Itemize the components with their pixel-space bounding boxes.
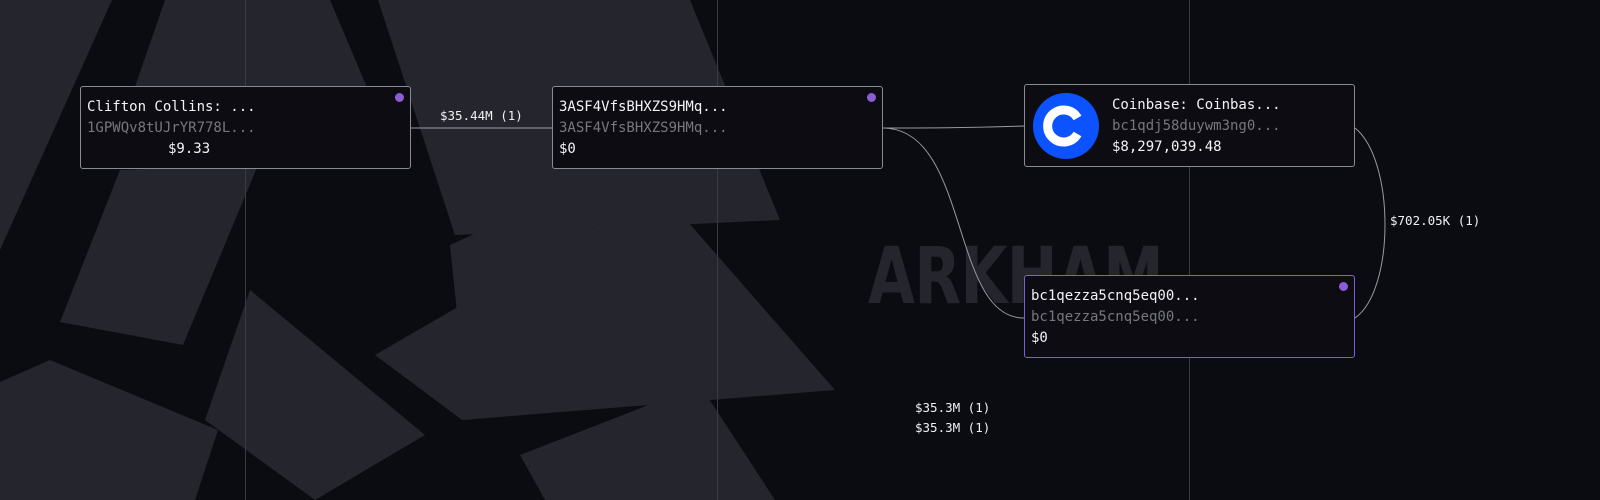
edge-label-transfer[interactable]: $702.05K (1) <box>1390 213 1480 228</box>
node-balance: $8,297,039.48 <box>1112 139 1222 155</box>
node-name: bc1qezza5cnq5eq00... <box>1031 288 1200 304</box>
node-name: 3ASF4VfsBHXZS9HMq... <box>559 99 728 115</box>
edge-label-transfer[interactable]: $35.3M (1) <box>915 400 990 415</box>
coinbase-icon <box>1033 93 1099 159</box>
node-balance: $0 <box>559 141 576 157</box>
edge-layer <box>411 125 1386 319</box>
edge-label-transfer[interactable]: $35.3M (1) <box>915 420 990 435</box>
edge-label-transfer[interactable]: $35.44M (1) <box>440 108 523 123</box>
entity-node-clifton-collins[interactable]: Clifton Collins: ... 1GPWQv8tUJrYR778L..… <box>80 86 411 169</box>
node-balance: $0 <box>1031 330 1048 346</box>
node-address: bc1qezza5cnq5eq00... <box>1031 309 1200 325</box>
entity-node-bc1qezza[interactable]: bc1qezza5cnq5eq00... bc1qezza5cnq5eq00..… <box>1024 275 1355 358</box>
status-dot <box>867 93 876 102</box>
node-balance: $9.33 <box>168 141 211 157</box>
entity-node-coinbase[interactable]: Coinbase: Coinbas... bc1qdj58duywm3ng0..… <box>1024 84 1355 167</box>
entity-node-3asf4[interactable]: 3ASF4VfsBHXZS9HMq... 3ASF4VfsBHXZS9HMq..… <box>552 86 883 169</box>
node-address: 1GPWQv8tUJrYR778L... <box>87 120 256 136</box>
edge-line <box>882 127 1026 319</box>
edge-line <box>882 125 1026 129</box>
edge-line <box>1354 127 1386 319</box>
node-name: Coinbase: Coinbas... <box>1112 97 1281 113</box>
graph-canvas[interactable]: ARKHAM $35.44M (1) $702.05K (1) $35.3M (… <box>0 0 1600 500</box>
node-address: bc1qdj58duywm3ng0... <box>1112 118 1281 134</box>
node-name: Clifton Collins: ... <box>87 99 256 115</box>
status-dot <box>1339 282 1348 291</box>
status-dot <box>395 93 404 102</box>
node-address: 3ASF4VfsBHXZS9HMq... <box>559 120 728 136</box>
